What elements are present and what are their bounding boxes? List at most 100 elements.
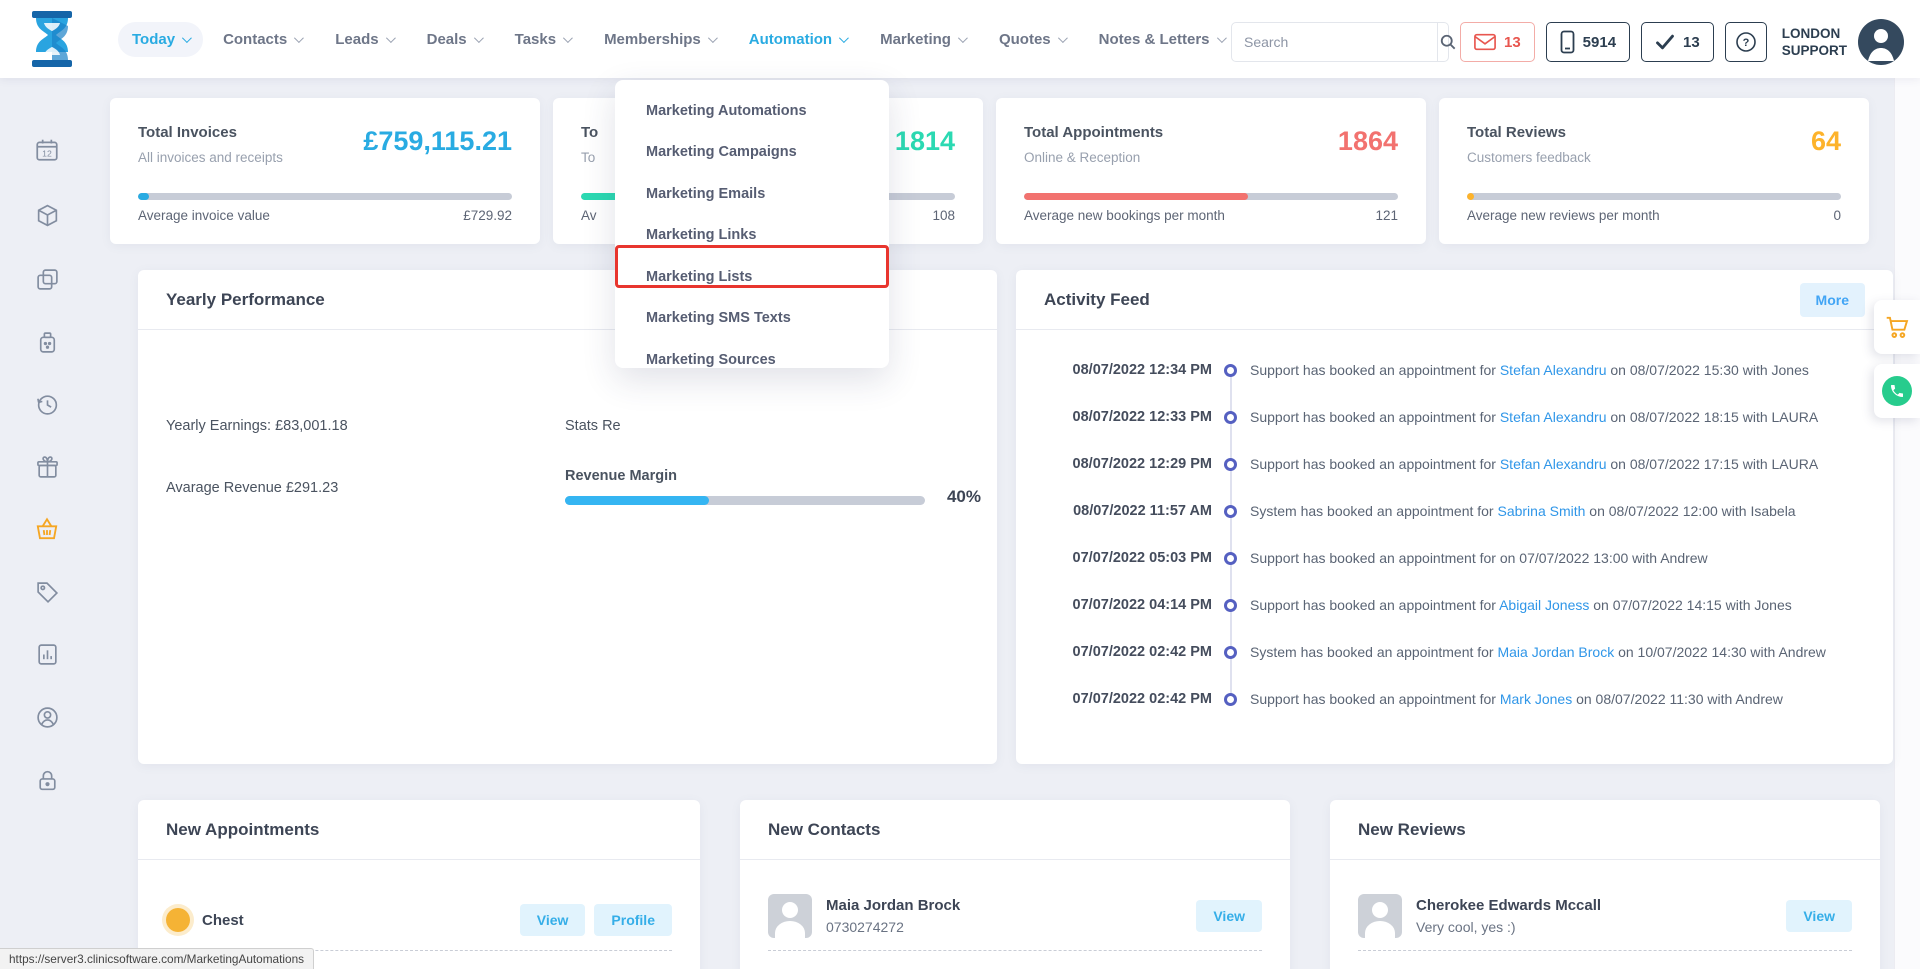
nav-label: Notes & Letters [1099,31,1210,48]
feed-item: 08/07/2022 12:34 PM Support has booked a… [1016,360,1893,380]
package-icon[interactable] [33,201,61,229]
browser-status-url: https://server3.clinicsoftware.com/Marke… [0,948,314,969]
contact-link[interactable]: Mark Jones [1500,691,1572,707]
contact-phone: 0730274272 [826,919,960,935]
contact-link[interactable]: Stefan Alexandru [1500,362,1607,378]
user-avatar[interactable] [1858,19,1904,65]
smartphone-icon [1560,30,1575,54]
feed-text: System has booked an appointment for [1250,644,1497,660]
nav-item-leads[interactable]: Leads [321,22,406,57]
check-icon [1655,33,1675,51]
tag-icon[interactable] [33,578,61,606]
nav-label: Memberships [604,31,701,48]
nav-item-contacts[interactable]: Contacts [209,22,315,57]
person-icon [1858,19,1904,65]
timeline-marker-icon [1224,599,1237,612]
tasks-done-button[interactable]: 13 [1641,22,1714,62]
search-input[interactable] [1232,23,1437,61]
basket-icon[interactable] [33,515,61,543]
nav-label: Deals [427,31,467,48]
review-row: Cherokee Edwards Mccall Very cool, yes :… [1330,884,1880,948]
feed-text: Support has booked an appointment for [1250,456,1500,472]
chevron-down-icon [563,33,573,43]
lock-icon[interactable] [33,766,61,794]
menu-item-marketing-sources[interactable]: Marketing Sources [615,339,889,381]
contact-row: Maia Jordan Brock 0730274272 View [740,884,1290,948]
progress-bar [1024,193,1398,200]
feed-item: 07/07/2022 05:03 PM Support has booked a… [1016,548,1893,568]
nav-label: Today [132,31,175,48]
nav-item-notes-letters[interactable]: Notes & Letters [1085,22,1238,57]
card-value: 64 [1811,126,1841,157]
menu-item-marketing-emails[interactable]: Marketing Emails [615,173,889,215]
timeline-marker-icon [1224,458,1237,471]
reviewer-name: Cherokee Edwards Mccall [1416,897,1601,914]
menu-item-marketing-links[interactable]: Marketing Links [615,215,889,257]
search-icon[interactable] [1437,23,1458,61]
nav-item-marketing[interactable]: Marketing [866,22,979,57]
contact-link[interactable]: Sabrina Smith [1497,503,1585,519]
feed-item: 08/07/2022 12:33 PM Support has booked a… [1016,407,1893,427]
menu-item-marketing-campaigns[interactable]: Marketing Campaigns [615,132,889,174]
nav-item-tasks[interactable]: Tasks [501,22,584,57]
main-nav: Today Contacts Leads Deals Tasks Members… [118,0,1410,78]
app-logo-icon[interactable] [26,9,78,69]
feed-text: on 08/07/2022 18:15 with LAURA [1606,409,1818,425]
feed-time: 08/07/2022 12:34 PM [1016,362,1212,378]
card-total-invoices: Total Invoices All invoices and receipts… [110,98,540,244]
panel-title: New Reviews [1358,820,1466,840]
menu-item-marketing-lists[interactable]: Marketing Lists [615,256,889,298]
chevron-down-icon [1058,33,1068,43]
panel-title: New Contacts [768,820,880,840]
card-title: Total Reviews [1467,124,1841,141]
gift-icon[interactable] [33,453,61,481]
left-icon-rail: 12 [0,78,95,969]
contact-link[interactable]: Abigail Joness [1499,597,1589,613]
profile-button[interactable]: Profile [594,904,672,936]
view-button[interactable]: View [520,904,586,936]
feed-item: 08/07/2022 12:29 PM Support has booked a… [1016,454,1893,474]
call-float-button[interactable] [1874,364,1920,418]
view-button[interactable]: View [1786,900,1852,932]
feed-item: 08/07/2022 11:57 AM System has booked an… [1016,501,1893,521]
help-icon: ? [1734,30,1758,54]
nav-label: Contacts [223,31,287,48]
new-contacts-panel: New Contacts Maia Jordan Brock 073027427… [740,800,1290,969]
feed-text: on 07/07/2022 14:15 with Jones [1589,597,1791,613]
nav-item-deals[interactable]: Deals [413,22,495,57]
contact-link[interactable]: Maia Jordan Brock [1497,644,1614,660]
menu-item-marketing-sms-texts[interactable]: Marketing SMS Texts [615,298,889,340]
cart-float-button[interactable] [1874,300,1920,354]
chart-report-icon[interactable] [33,640,61,668]
nav-label: Tasks [515,31,556,48]
jar-icon[interactable] [33,328,61,356]
nav-item-quotes[interactable]: Quotes [985,22,1079,57]
help-button[interactable]: ? [1725,22,1767,62]
copy-pages-icon[interactable] [33,265,61,293]
feed-text: Support has booked an appointment for [1250,362,1500,378]
contact-link[interactable]: Stefan Alexandru [1500,409,1607,425]
cart-icon [1884,314,1910,340]
contact-link[interactable]: Stefan Alexandru [1500,456,1607,472]
calendar-icon[interactable]: 12 [33,136,61,164]
mail-notifications-button[interactable]: 13 [1460,22,1535,62]
view-button[interactable]: View [1196,900,1262,932]
search-box [1231,22,1449,62]
row-divider [768,950,1262,951]
chevron-down-icon [708,33,718,43]
menu-item-marketing-automations[interactable]: Marketing Automations [615,90,889,132]
timeline-marker-icon [1224,364,1237,377]
history-icon[interactable] [33,390,61,418]
support-person-icon[interactable] [33,703,61,731]
feed-text: Support has booked an appointment for [1250,597,1499,613]
progress-bar [138,193,512,200]
nav-item-automation[interactable]: Automation [735,22,860,57]
appointment-name: Chest [202,912,244,929]
nav-item-today[interactable]: Today [118,22,203,57]
progress-bar [1467,193,1841,200]
feed-text: on 10/07/2022 14:30 with Andrew [1614,644,1826,660]
more-button[interactable]: More [1800,283,1865,317]
phone-calls-button[interactable]: 5914 [1546,22,1630,62]
feed-time: 08/07/2022 12:29 PM [1016,456,1212,472]
nav-item-memberships[interactable]: Memberships [590,22,729,57]
